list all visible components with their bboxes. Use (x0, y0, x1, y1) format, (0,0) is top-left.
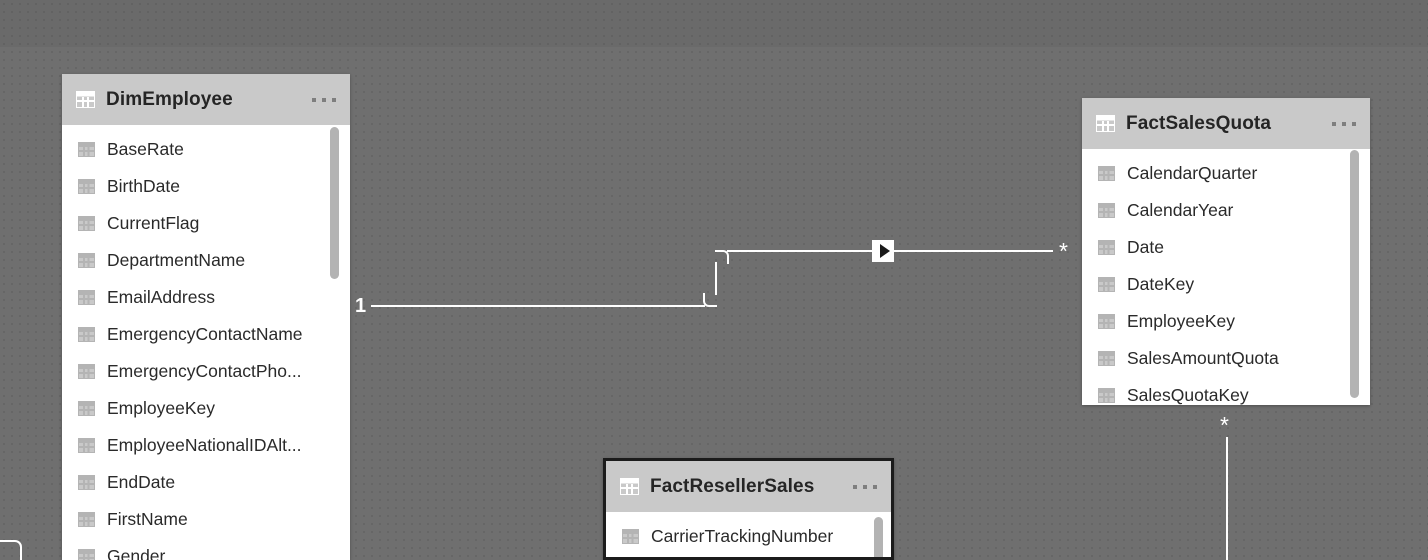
field-label: EmployeeNationalIDAlt... (107, 435, 302, 455)
field-label: Date (1127, 237, 1164, 257)
field-grid-icon (1098, 351, 1115, 366)
field-label: EmergencyContactName (107, 324, 303, 344)
field-label: CalendarYear (1127, 200, 1234, 220)
list-item[interactable]: SalesQuotaKey (1082, 377, 1370, 405)
field-list-scrollbar[interactable] (874, 517, 883, 557)
relationship-line-segment-left[interactable] (371, 305, 705, 307)
field-label: DateKey (1127, 274, 1195, 294)
list-item[interactable]: Date (1082, 229, 1370, 266)
field-grid-icon (78, 179, 95, 194)
model-view-canvas[interactable]: 1 * * 1 DimEmployee BaseRate BirthDate (0, 0, 1428, 560)
list-item[interactable]: EmailAddress (62, 279, 350, 316)
relationship-line-corner-up (703, 293, 717, 307)
table-card-dimemployee[interactable]: DimEmployee BaseRate BirthDate CurrentFl… (62, 74, 350, 560)
field-label: CurrentFlag (107, 213, 200, 233)
list-item[interactable]: EndDate (62, 464, 350, 501)
field-grid-icon (1098, 166, 1115, 181)
table-title: FactResellerSales (650, 475, 815, 497)
list-item[interactable]: EmergencyContactPho... (62, 353, 350, 390)
table-grid-icon (1096, 115, 1115, 132)
field-grid-icon (622, 529, 639, 544)
field-grid-icon (78, 327, 95, 342)
field-list-factresellersales[interactable]: CarrierTrackingNumber (606, 512, 891, 555)
field-grid-icon (78, 475, 95, 490)
field-label: FirstName (107, 509, 188, 529)
field-grid-icon (78, 142, 95, 157)
field-label: EmailAddress (107, 287, 215, 307)
list-item[interactable]: DepartmentName (62, 242, 350, 279)
list-item[interactable]: CalendarQuarter (1082, 155, 1370, 192)
field-label: CarrierTrackingNumber (651, 526, 834, 546)
field-label: EmergencyContactPho... (107, 361, 302, 381)
field-list-scrollbar[interactable] (330, 127, 339, 279)
ellipsis-icon[interactable] (1332, 121, 1356, 126)
table-header-factsalesquota[interactable]: FactSalesQuota (1082, 98, 1370, 149)
list-item[interactable]: DateKey (1082, 266, 1370, 303)
field-label: EmployeeKey (107, 398, 215, 418)
field-list-factsalesquota[interactable]: CalendarQuarter CalendarYear Date DateKe… (1082, 149, 1370, 405)
table-card-factresellersales[interactable]: FactResellerSales CarrierTrackingNumber (603, 458, 894, 560)
list-item[interactable]: Gender (62, 538, 350, 560)
relationship-line-corner-right (715, 250, 729, 264)
field-grid-icon (1098, 314, 1115, 329)
field-grid-icon (78, 216, 95, 231)
list-item[interactable]: EmployeeKey (1082, 303, 1370, 340)
ellipsis-icon[interactable] (853, 484, 877, 489)
field-label: Gender (107, 546, 166, 560)
table-title: FactSalesQuota (1126, 112, 1272, 134)
list-item[interactable]: BirthDate (62, 168, 350, 205)
list-item[interactable]: EmployeeKey (62, 390, 350, 427)
table-grid-icon (76, 91, 95, 108)
list-item[interactable]: FirstName (62, 501, 350, 538)
list-item[interactable]: EmergencyContactName (62, 316, 350, 353)
field-label: EndDate (107, 472, 176, 492)
table-card-factsalesquota[interactable]: FactSalesQuota CalendarQuarter CalendarY… (1082, 98, 1370, 405)
field-grid-icon (78, 290, 95, 305)
list-item[interactable]: BaseRate (62, 131, 350, 168)
list-item[interactable]: EmployeeNationalIDAlt... (62, 427, 350, 464)
field-grid-icon (78, 253, 95, 268)
field-list-dimemployee[interactable]: BaseRate BirthDate CurrentFlag Departmen… (62, 125, 350, 560)
table-header-factresellersales[interactable]: FactResellerSales (606, 461, 891, 512)
cardinality-label-star-right: * (1059, 238, 1068, 264)
field-grid-icon (78, 512, 95, 527)
field-grid-icon (78, 549, 95, 560)
field-label: SalesAmountQuota (1127, 348, 1279, 368)
list-item[interactable]: SalesAmountQuota (1082, 340, 1370, 377)
field-grid-icon (1098, 388, 1115, 403)
field-grid-icon (78, 364, 95, 379)
field-grid-icon (78, 401, 95, 416)
field-label: BirthDate (107, 176, 180, 196)
field-grid-icon (1098, 240, 1115, 255)
relationship-line-corner-bottom-left (0, 540, 22, 560)
table-header-dimemployee[interactable]: DimEmployee (62, 74, 350, 125)
ellipsis-icon[interactable] (312, 97, 336, 102)
cardinality-label-one-left: 1 (355, 295, 367, 317)
field-grid-icon (1098, 203, 1115, 218)
table-grid-icon (620, 478, 639, 495)
cardinality-label-star-bottom: * (1220, 412, 1229, 438)
table-title: DimEmployee (106, 88, 233, 110)
field-label: SalesQuotaKey (1127, 385, 1249, 405)
filter-direction-arrow-icon[interactable] (872, 240, 894, 262)
list-item[interactable]: CurrentFlag (62, 205, 350, 242)
relationship-line-segment-vertical[interactable] (715, 262, 717, 295)
field-grid-icon (78, 438, 95, 453)
list-item[interactable]: CalendarYear (1082, 192, 1370, 229)
list-item[interactable]: CarrierTrackingNumber (606, 518, 891, 555)
field-label: BaseRate (107, 139, 184, 159)
canvas-top-band (0, 0, 1428, 47)
field-grid-icon (1098, 277, 1115, 292)
field-list-scrollbar[interactable] (1350, 150, 1359, 398)
field-label: EmployeeKey (1127, 311, 1235, 331)
field-label: DepartmentName (107, 250, 246, 270)
field-label: CalendarQuarter (1127, 163, 1258, 183)
relationship-line-factsalesquota-down[interactable] (1226, 437, 1228, 560)
